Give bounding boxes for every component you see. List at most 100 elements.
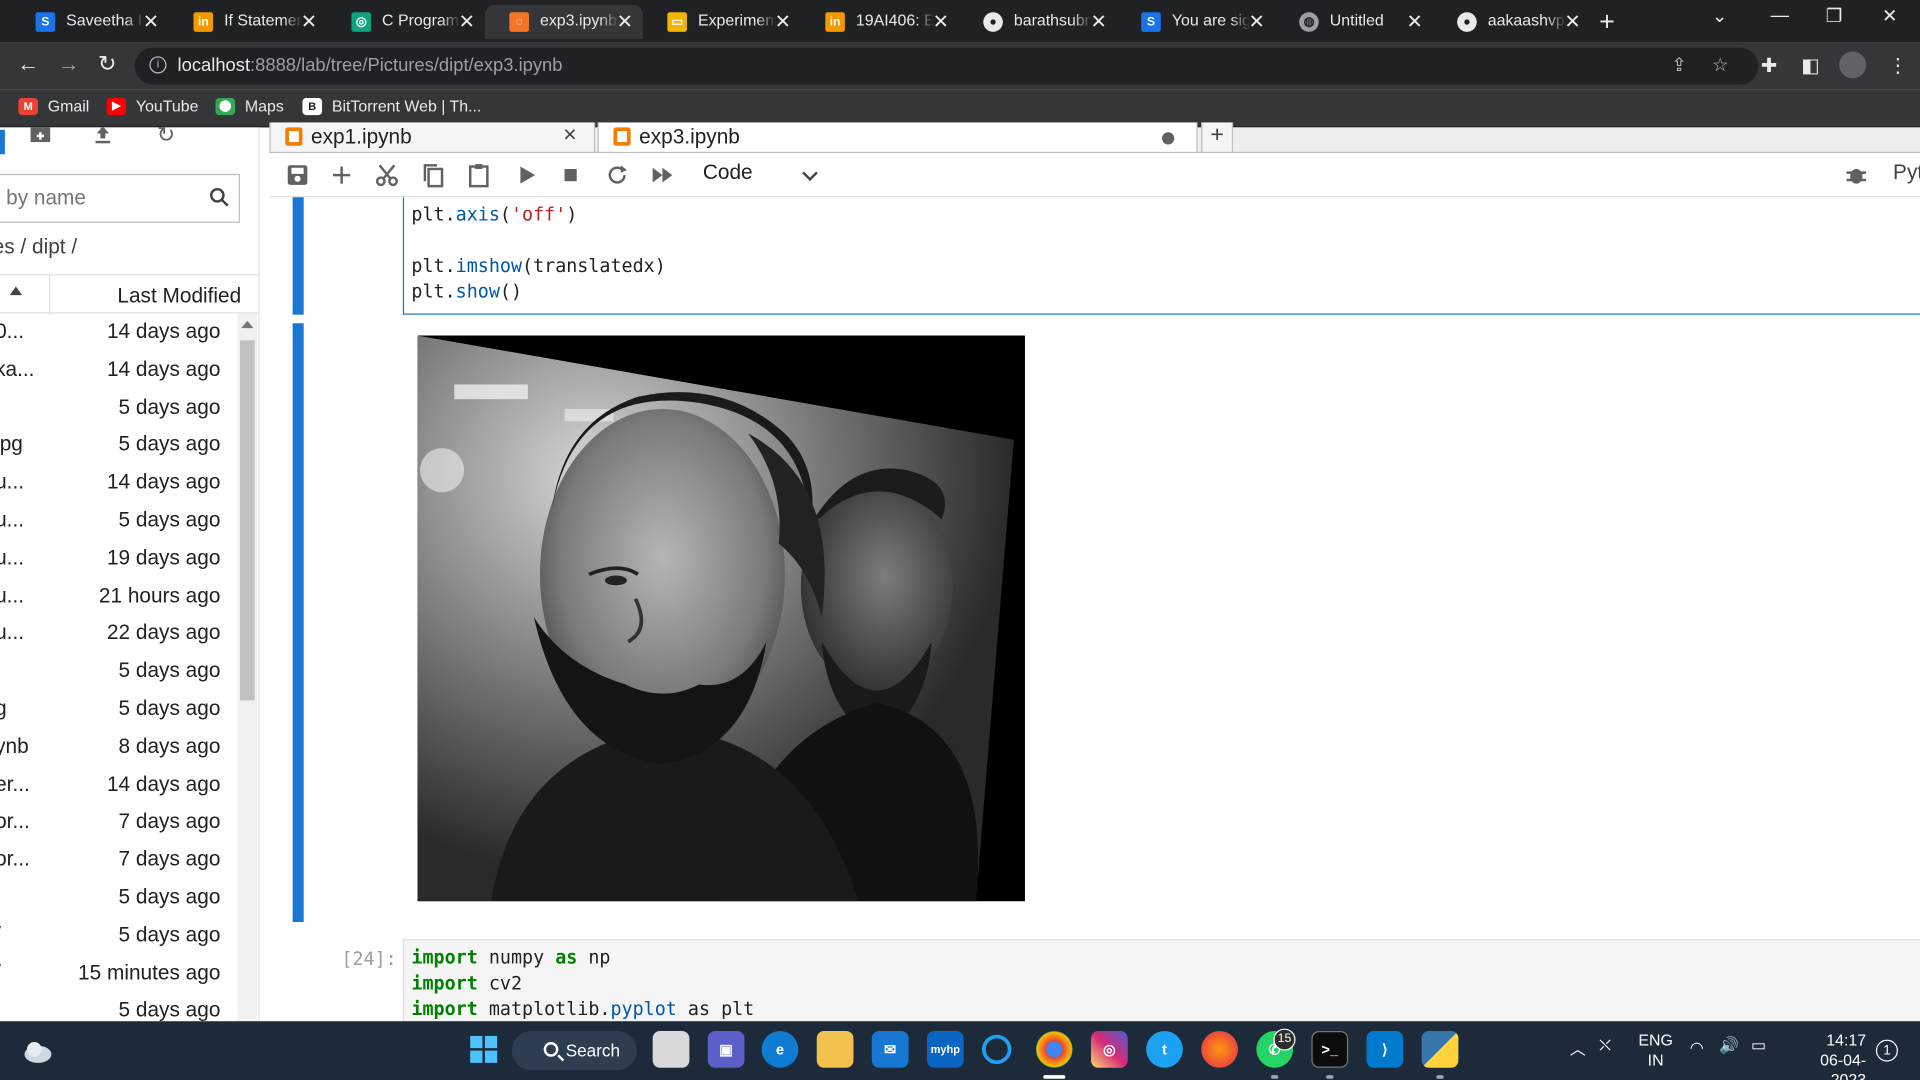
- instagram-icon[interactable]: ◎: [1091, 1031, 1128, 1068]
- browser-tab[interactable]: ◎ C Program ✕: [327, 5, 485, 39]
- new-folder-icon[interactable]: [29, 127, 51, 150]
- browser-tab[interactable]: ◍ Untitled ✕: [1275, 5, 1433, 39]
- code-cell-editor[interactable]: plt.axis('off') plt.imshow(translatedx) pl…: [402, 197, 1920, 315]
- code-cell[interactable]: import numpy as np import cv2 import matpl…: [402, 939, 1920, 1022]
- tab-close-icon[interactable]: ✕: [1564, 10, 1580, 34]
- tab-exp1[interactable]: exp1.ipynb ×: [269, 122, 596, 154]
- new-tab-button[interactable]: +: [1599, 6, 1615, 38]
- file-row[interactable]: 5 days ago: [0, 879, 238, 917]
- chevron-down-icon[interactable]: [802, 165, 818, 182]
- mail-icon[interactable]: ✉: [871, 1031, 909, 1068]
- tab-exp3[interactable]: exp3.ipynb: [597, 122, 1198, 154]
- file-row[interactable]: u... 14 days ago: [0, 464, 238, 502]
- profile-avatar[interactable]: [1839, 51, 1867, 79]
- file-row[interactable]: 5 days ago: [0, 389, 238, 427]
- extensions-icon[interactable]: ✚: [1761, 54, 1777, 78]
- browser-tab[interactable]: S Saveetha In ✕: [11, 5, 169, 39]
- network-off-icon[interactable]: ⛌: [1599, 1036, 1611, 1056]
- back-icon[interactable]: ←: [17, 51, 39, 77]
- file-row[interactable]: ynb 8 days ago: [0, 728, 238, 766]
- file-row[interactable]: ka... 14 days ago: [0, 351, 238, 389]
- browser-tab[interactable]: S You are sign✕: [1117, 5, 1275, 39]
- address-bar[interactable]: i localhost:8888/lab/tree/Pictures/dipt/…: [134, 47, 1759, 85]
- tray-overflow-chevron-icon[interactable]: ︿: [1570, 1036, 1586, 1059]
- upload-icon[interactable]: [93, 127, 113, 150]
- breadcrumb[interactable]: es / dipt /: [0, 235, 77, 259]
- weather-icon[interactable]: [20, 1033, 57, 1070]
- file-row[interactable]: u... 5 days ago: [0, 502, 238, 540]
- cortana-icon[interactable]: [982, 1034, 1012, 1065]
- cut-icon[interactable]: [373, 162, 400, 189]
- file-filter[interactable]: [0, 173, 241, 223]
- tab-close-icon[interactable]: ✕: [301, 10, 317, 34]
- tab-close-icon[interactable]: ✕: [459, 10, 475, 34]
- file-row[interactable]: u... 19 days ago: [0, 540, 238, 578]
- volume-icon[interactable]: 🔊: [1719, 1036, 1739, 1056]
- tab-close-icon[interactable]: ✕: [933, 10, 949, 34]
- browser-tab[interactable]: ▭ Experiment ✕: [643, 5, 801, 39]
- file-row[interactable]: g 5 days ago: [0, 691, 238, 729]
- url-text[interactable]: localhost:8888/lab/tree/Pictures/dipt/ex…: [178, 55, 563, 76]
- run-icon[interactable]: [513, 162, 540, 189]
- menu-icon[interactable]: ⋮: [1888, 54, 1908, 78]
- start-menu-icon[interactable]: [465, 1031, 502, 1068]
- file-explorer-icon[interactable]: [816, 1031, 854, 1068]
- close-icon[interactable]: ×: [563, 122, 577, 149]
- tab-close-icon[interactable]: ✕: [1406, 10, 1422, 34]
- minimize-button[interactable]: —: [1771, 5, 1789, 26]
- twitter-icon[interactable]: t: [1146, 1031, 1183, 1068]
- battery-icon[interactable]: ▭: [1751, 1036, 1766, 1056]
- tab-close-icon[interactable]: ✕: [617, 10, 633, 34]
- tab-close-icon[interactable]: ✕: [1091, 10, 1107, 34]
- chrome-icon[interactable]: [1035, 1031, 1073, 1068]
- firefox-icon[interactable]: [1201, 1031, 1238, 1068]
- file-filter-input[interactable]: [0, 175, 210, 222]
- file-row[interactable]: er... 14 days ago: [0, 766, 238, 804]
- bookmark-item[interactable]: ⬤ Maps: [215, 97, 284, 115]
- copy-icon[interactable]: [420, 162, 447, 189]
- close-window-button[interactable]: ✕: [1882, 5, 1897, 27]
- tab-close-icon[interactable]: ✕: [143, 10, 159, 34]
- bookmark-item[interactable]: ▶ YouTube: [106, 97, 198, 115]
- taskbar-search[interactable]: Search: [511, 1031, 637, 1071]
- task-view-icon[interactable]: [652, 1031, 690, 1068]
- scroll-up-icon[interactable]: [241, 320, 254, 329]
- side-panel-icon[interactable]: ◧: [1801, 54, 1820, 78]
- bookmark-item[interactable]: B BitTorrent Web | Th...: [302, 97, 481, 115]
- wifi-icon[interactable]: ◠: [1690, 1038, 1704, 1058]
- restore-button[interactable]: ❐: [1826, 5, 1842, 27]
- file-row[interactable]: u... 22 days ago: [0, 615, 238, 653]
- browser-tab[interactable]: ● aakaashvp/✕: [1433, 5, 1591, 39]
- tab-search-icon[interactable]: ⌄: [1712, 5, 1727, 27]
- file-row[interactable]: or... 7 days ago: [0, 804, 238, 842]
- debugger-bug-icon[interactable]: [1843, 162, 1870, 189]
- site-info-icon[interactable]: i: [149, 56, 167, 74]
- share-icon[interactable]: ⇪: [1671, 54, 1686, 76]
- file-row[interactable]: / 5 days ago: [0, 917, 238, 955]
- tab-close-icon[interactable]: ✕: [1248, 10, 1264, 34]
- tab-close-icon[interactable]: ✕: [775, 10, 791, 34]
- stop-icon[interactable]: [557, 162, 584, 189]
- clock[interactable]: 14:17 06-04-2023: [1785, 1031, 1866, 1080]
- myhp-icon[interactable]: myhp: [926, 1031, 964, 1068]
- file-row[interactable]: or... 7 days ago: [0, 841, 238, 879]
- file-row[interactable]: / 15 minutes ago: [0, 955, 238, 993]
- kernel-name[interactable]: Pyt: [1893, 160, 1920, 184]
- language-indicator[interactable]: ENG IN: [1638, 1031, 1672, 1070]
- file-row[interactable]: 0... 14 days ago: [0, 313, 238, 351]
- paste-icon[interactable]: [465, 162, 492, 189]
- output-collapser[interactable]: [292, 323, 304, 923]
- file-list-scrollbar[interactable]: [237, 313, 258, 1022]
- bookmark-star-icon[interactable]: ☆: [1712, 54, 1728, 76]
- restart-icon[interactable]: [604, 162, 631, 189]
- reload-icon[interactable]: ↻: [98, 51, 116, 77]
- cell-collapser[interactable]: [292, 197, 304, 315]
- edge-icon[interactable]: e: [761, 1031, 799, 1068]
- browser-tab[interactable]: ● barathsubra ✕: [959, 5, 1117, 39]
- save-icon[interactable]: [284, 162, 311, 189]
- file-row[interactable]: jpg 5 days ago: [0, 427, 238, 465]
- file-row[interactable]: 5 days ago: [0, 992, 238, 1021]
- browser-tab[interactable]: in If Statemen ✕: [169, 5, 327, 39]
- terminal-icon[interactable]: >_: [1311, 1031, 1349, 1068]
- add-cell-icon[interactable]: [328, 162, 355, 189]
